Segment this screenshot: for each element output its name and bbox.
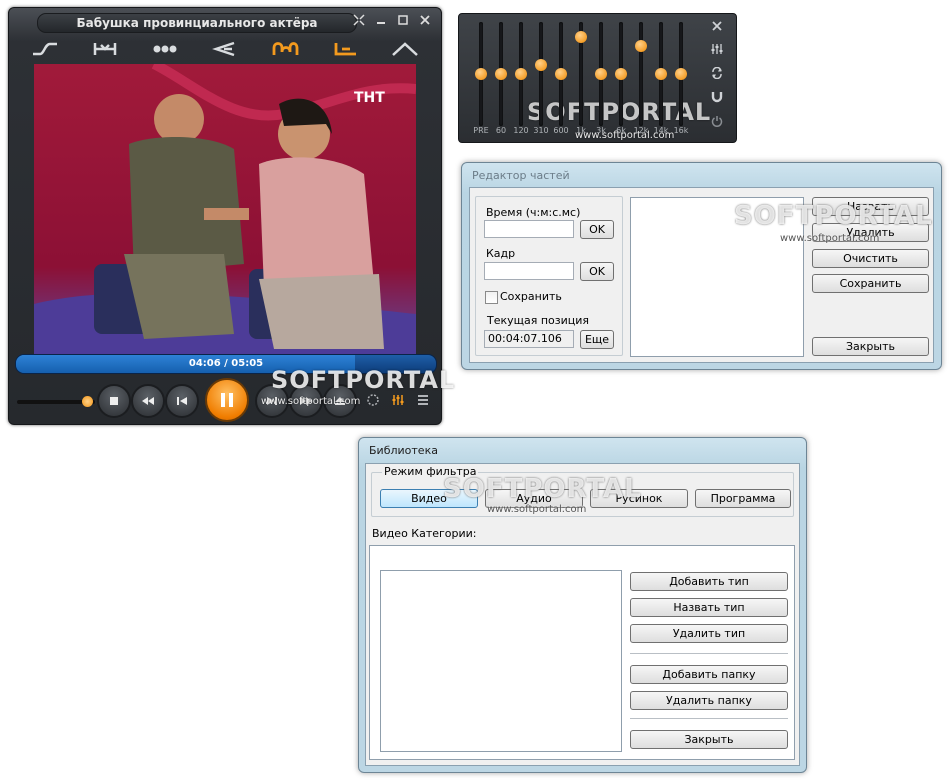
eq-slider-knob[interactable]	[475, 68, 487, 80]
add-type-button[interactable]: Добавить тип	[630, 572, 788, 591]
media-player-window: Бабушка провинциального актёра ТНТ 04:06…	[8, 7, 454, 425]
frame-label: Кадр	[486, 247, 516, 260]
dialog-title: Библиотека	[369, 444, 438, 457]
watermark-url: www.softportal.com	[487, 504, 587, 515]
volume-slider[interactable]	[17, 396, 95, 407]
eq-slider-14k[interactable]	[655, 22, 667, 126]
eq-slider-60[interactable]	[495, 22, 507, 126]
frame-ok-button[interactable]: OK	[580, 262, 614, 281]
equalizer-icon[interactable]	[390, 392, 406, 408]
eq-slider-knob[interactable]	[535, 58, 547, 71]
mini-mode-icon[interactable]	[351, 14, 367, 30]
dots-icon[interactable]	[135, 36, 195, 62]
close-button[interactable]: Закрыть	[630, 730, 788, 749]
eq-slider-pre[interactable]	[475, 22, 487, 126]
dialog-title: Редактор частей	[472, 169, 570, 182]
close-icon[interactable]	[417, 14, 433, 30]
current-position-field: 00:04:07.106	[484, 330, 574, 348]
send-icon[interactable]	[195, 36, 255, 62]
equalizer-window: SOFTPORTAL www.softportal.com PRE 60 120 31…	[458, 13, 737, 143]
arc-icon[interactable]	[375, 36, 435, 62]
player-title[interactable]: Бабушка провинциального актёра	[37, 13, 357, 33]
channel-logo: ТНТ	[354, 90, 385, 106]
eq-slider-track	[539, 22, 543, 126]
watermark-url: www.softportal.com	[780, 233, 880, 244]
eq-slider-knob[interactable]	[555, 68, 567, 80]
eq-slider-knob[interactable]	[575, 31, 587, 44]
divider	[630, 718, 788, 720]
delete-folder-button[interactable]: Удалить папку	[630, 691, 788, 710]
close-button[interactable]: Закрыть	[812, 337, 929, 356]
categories-list[interactable]	[380, 570, 622, 752]
current-position-label: Текущая позиция	[487, 314, 590, 327]
watermark-logo: SOFTPORTAL	[443, 474, 642, 504]
parts-editor-dialog: Редактор частей Время (ч:м:с.мс) OK Кадр…	[461, 162, 942, 370]
save-checkbox[interactable]	[485, 291, 498, 304]
previous-icon	[177, 397, 187, 405]
minimize-icon[interactable]	[373, 14, 389, 30]
eq-band-label: 16k	[673, 126, 689, 135]
eq-slider-310[interactable]	[535, 22, 547, 126]
eq-slider-16k[interactable]	[675, 22, 687, 126]
time-label: Время (ч:м:с.мс)	[486, 206, 581, 219]
save-checkbox-label: Сохранить	[500, 290, 562, 303]
tie-icon[interactable]	[75, 36, 135, 62]
eq-slider-knob[interactable]	[595, 68, 607, 80]
close-icon[interactable]	[708, 18, 726, 36]
eq-slider-knob[interactable]	[635, 40, 647, 53]
eq-slider-knob[interactable]	[495, 68, 507, 80]
time-input[interactable]	[484, 220, 574, 238]
add-folder-button[interactable]: Добавить папку	[630, 665, 788, 684]
pause-icon	[221, 393, 233, 407]
stop-icon	[110, 397, 118, 405]
categories-label: Видео Категории:	[372, 527, 477, 540]
maximize-icon[interactable]	[395, 14, 411, 30]
divider	[630, 653, 788, 655]
volume-knob[interactable]	[81, 396, 93, 407]
filter-program-button[interactable]: Программа	[695, 489, 791, 508]
window-controls	[351, 14, 433, 30]
clear-button[interactable]: Очистить	[812, 249, 929, 268]
previous-button[interactable]	[165, 384, 199, 418]
eq-slider-120[interactable]	[515, 22, 527, 126]
categories-panel: Добавить тип Назвать тип Удалить тип Доб…	[369, 545, 795, 760]
eq-slider-6k[interactable]	[615, 22, 627, 126]
eq-slider-3k[interactable]	[595, 22, 607, 126]
eq-slider-knob[interactable]	[615, 68, 627, 80]
eq-slider-track	[639, 22, 643, 126]
rename-type-button[interactable]: Назвать тип	[630, 598, 788, 617]
video-image: ТНТ	[34, 64, 416, 354]
sliders-icon[interactable]	[708, 42, 726, 60]
eq-slider-1k[interactable]	[575, 22, 587, 126]
rewind-button[interactable]	[131, 384, 165, 418]
delete-type-button[interactable]: Удалить тип	[630, 624, 788, 643]
eq-slider-600[interactable]	[555, 22, 567, 126]
save-button[interactable]: Сохранить	[812, 274, 929, 293]
stairs-icon[interactable]	[315, 36, 375, 62]
refresh-icon[interactable]	[708, 66, 726, 84]
settings-dial-icon[interactable]	[365, 392, 381, 408]
curve-icon[interactable]	[15, 36, 75, 62]
rewind-icon	[142, 397, 154, 405]
more-button[interactable]: Еще	[580, 330, 614, 349]
watermark-logo: SOFTPORTAL	[734, 201, 933, 231]
eq-slider-12k[interactable]	[635, 22, 647, 126]
mode-bar	[15, 36, 435, 62]
library-dialog: Библиотека Режим фильтра Видео Аудио Рус…	[358, 437, 807, 773]
watermark-url: www.softportal.com	[261, 396, 361, 407]
time-ok-button[interactable]: OK	[580, 220, 614, 239]
frame-input[interactable]	[484, 262, 574, 280]
position-group: Время (ч:м:с.мс) OK Кадр OK Сохранить Те…	[475, 196, 623, 356]
playlist-menu-icon[interactable]	[415, 392, 431, 408]
eq-slider-knob[interactable]	[655, 68, 667, 80]
stop-button[interactable]	[97, 384, 131, 418]
watermark-logo: SOFTPORTAL	[271, 366, 456, 394]
wave-icon[interactable]	[255, 36, 315, 62]
video-frame[interactable]: ТНТ	[34, 64, 416, 354]
pause-button[interactable]	[205, 378, 249, 422]
eq-slider-knob[interactable]	[675, 68, 687, 80]
eq-slider-knob[interactable]	[515, 68, 527, 80]
